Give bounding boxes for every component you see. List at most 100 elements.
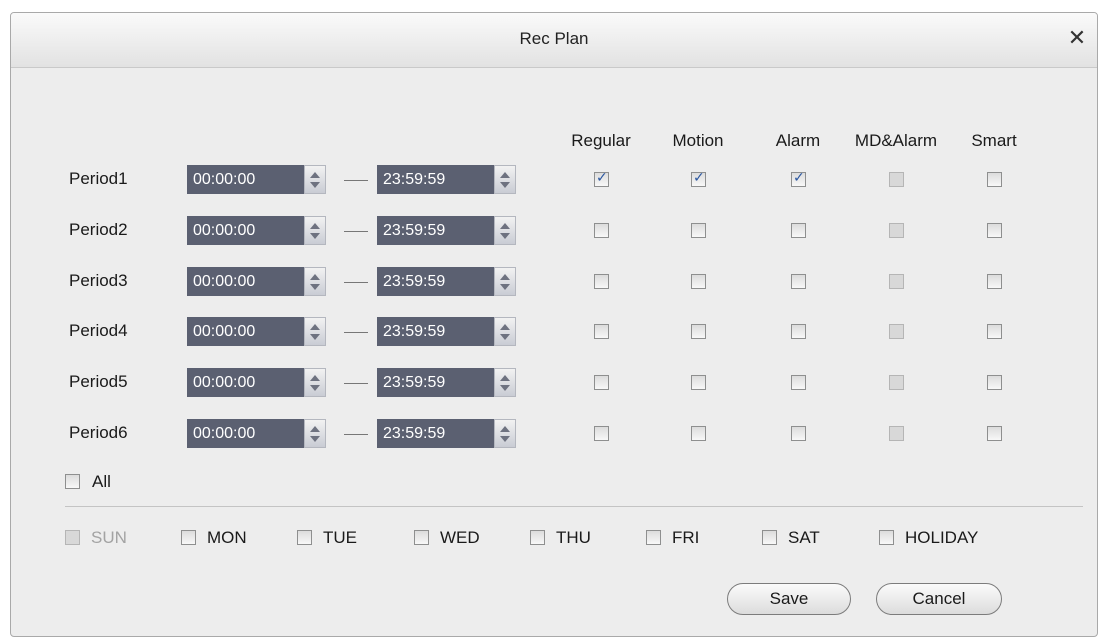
spin-button[interactable] xyxy=(494,368,516,397)
spin-button[interactable] xyxy=(304,216,326,245)
arrow-up-icon[interactable] xyxy=(500,324,510,330)
day-checkbox[interactable] xyxy=(646,530,661,545)
record-type-checkbox[interactable] xyxy=(889,172,904,187)
spin-button[interactable] xyxy=(304,419,326,448)
record-type-checkbox[interactable] xyxy=(594,170,609,187)
period-label: Period5 xyxy=(69,372,128,391)
arrow-down-icon[interactable] xyxy=(500,233,510,239)
record-type-checkbox[interactable] xyxy=(987,274,1002,289)
record-type-checkbox[interactable] xyxy=(594,324,609,339)
record-type-checkbox[interactable] xyxy=(691,274,706,289)
spin-button[interactable] xyxy=(304,267,326,296)
record-type-checkbox[interactable] xyxy=(594,223,609,238)
arrow-up-icon[interactable] xyxy=(500,375,510,381)
day-label: THU xyxy=(556,528,591,547)
arrow-up-icon[interactable] xyxy=(500,172,510,178)
arrow-down-icon[interactable] xyxy=(310,182,320,188)
arrow-down-icon[interactable] xyxy=(310,334,320,340)
column-header: Smart xyxy=(971,131,1017,150)
record-type-checkbox[interactable] xyxy=(889,274,904,289)
day-checkbox xyxy=(65,530,80,545)
all-checkbox[interactable] xyxy=(65,474,80,489)
day-checkbox[interactable] xyxy=(297,530,312,545)
record-type-checkbox[interactable] xyxy=(594,426,609,441)
day-checkbox[interactable] xyxy=(530,530,545,545)
record-type-checkbox[interactable] xyxy=(791,170,806,187)
spin-button[interactable] xyxy=(304,165,326,194)
period-label: Period4 xyxy=(69,321,128,340)
end-time-input[interactable]: 23:59:59 xyxy=(377,165,494,194)
arrow-up-icon[interactable] xyxy=(310,426,320,432)
arrow-down-icon[interactable] xyxy=(310,284,320,290)
arrow-up-icon[interactable] xyxy=(310,274,320,280)
record-type-checkbox[interactable] xyxy=(691,324,706,339)
record-type-checkbox[interactable] xyxy=(987,375,1002,390)
record-type-checkbox[interactable] xyxy=(594,274,609,289)
arrow-up-icon[interactable] xyxy=(500,274,510,280)
close-icon[interactable]: ✕ xyxy=(1065,26,1089,50)
spin-button[interactable] xyxy=(494,317,516,346)
day-checkbox[interactable] xyxy=(762,530,777,545)
arrow-down-icon[interactable] xyxy=(310,385,320,391)
record-type-checkbox[interactable] xyxy=(791,375,806,390)
record-type-checkbox[interactable] xyxy=(791,223,806,238)
end-time-input[interactable]: 23:59:59 xyxy=(377,216,494,245)
arrow-up-icon[interactable] xyxy=(500,223,510,229)
arrow-up-icon[interactable] xyxy=(310,324,320,330)
arrow-down-icon[interactable] xyxy=(500,334,510,340)
rec-plan-dialog: Rec Plan ✕ Regular Motion Alarm MD&Alarm Sma… xyxy=(10,12,1098,637)
spin-button[interactable] xyxy=(494,267,516,296)
end-time-input[interactable]: 23:59:59 xyxy=(377,419,494,448)
arrow-up-icon[interactable] xyxy=(310,223,320,229)
record-type-checkbox[interactable] xyxy=(791,426,806,441)
record-type-checkbox[interactable] xyxy=(594,375,609,390)
arrow-down-icon[interactable] xyxy=(500,182,510,188)
record-type-checkbox[interactable] xyxy=(889,426,904,441)
start-time-input[interactable]: 00:00:00 xyxy=(187,419,304,448)
start-time-input[interactable]: 00:00:00 xyxy=(187,267,304,296)
range-separator xyxy=(344,332,368,333)
record-type-checkbox[interactable] xyxy=(889,223,904,238)
column-header: Motion xyxy=(672,131,724,150)
record-type-checkbox[interactable] xyxy=(987,223,1002,238)
end-time-input[interactable]: 23:59:59 xyxy=(377,317,494,346)
day-label: FRI xyxy=(672,528,700,547)
record-type-checkbox[interactable] xyxy=(889,375,904,390)
spin-button[interactable] xyxy=(494,165,516,194)
record-type-checkbox[interactable] xyxy=(691,223,706,238)
day-checkbox[interactable] xyxy=(181,530,196,545)
arrow-up-icon[interactable] xyxy=(500,426,510,432)
record-type-checkbox[interactable] xyxy=(791,274,806,289)
start-time-input[interactable]: 00:00:00 xyxy=(187,216,304,245)
arrow-down-icon[interactable] xyxy=(310,233,320,239)
arrow-down-icon[interactable] xyxy=(500,436,510,442)
record-type-checkbox[interactable] xyxy=(889,324,904,339)
spin-button[interactable] xyxy=(494,216,516,245)
cancel-button[interactable]: Cancel xyxy=(876,583,1002,615)
record-type-checkbox[interactable] xyxy=(987,426,1002,441)
record-type-checkbox[interactable] xyxy=(791,324,806,339)
record-type-checkbox[interactable] xyxy=(987,172,1002,187)
end-time-input[interactable]: 23:59:59 xyxy=(377,267,494,296)
spin-button[interactable] xyxy=(494,419,516,448)
arrow-down-icon[interactable] xyxy=(500,284,510,290)
record-type-checkbox[interactable] xyxy=(987,324,1002,339)
day-checkbox[interactable] xyxy=(879,530,894,545)
record-type-checkbox[interactable] xyxy=(691,375,706,390)
spin-button[interactable] xyxy=(304,317,326,346)
arrow-up-icon[interactable] xyxy=(310,375,320,381)
spin-button[interactable] xyxy=(304,368,326,397)
arrow-down-icon[interactable] xyxy=(310,436,320,442)
start-time-input[interactable]: 00:00:00 xyxy=(187,317,304,346)
start-time-input[interactable]: 00:00:00 xyxy=(187,368,304,397)
end-time-input[interactable]: 23:59:59 xyxy=(377,368,494,397)
day-checkbox[interactable] xyxy=(414,530,429,545)
start-time-input[interactable]: 00:00:00 xyxy=(187,165,304,194)
arrow-up-icon[interactable] xyxy=(310,172,320,178)
day-label: WED xyxy=(440,528,480,547)
record-type-checkbox[interactable] xyxy=(691,426,706,441)
day-label: TUE xyxy=(323,528,357,547)
save-button[interactable]: Save xyxy=(727,583,851,615)
record-type-checkbox[interactable] xyxy=(691,170,706,187)
arrow-down-icon[interactable] xyxy=(500,385,510,391)
